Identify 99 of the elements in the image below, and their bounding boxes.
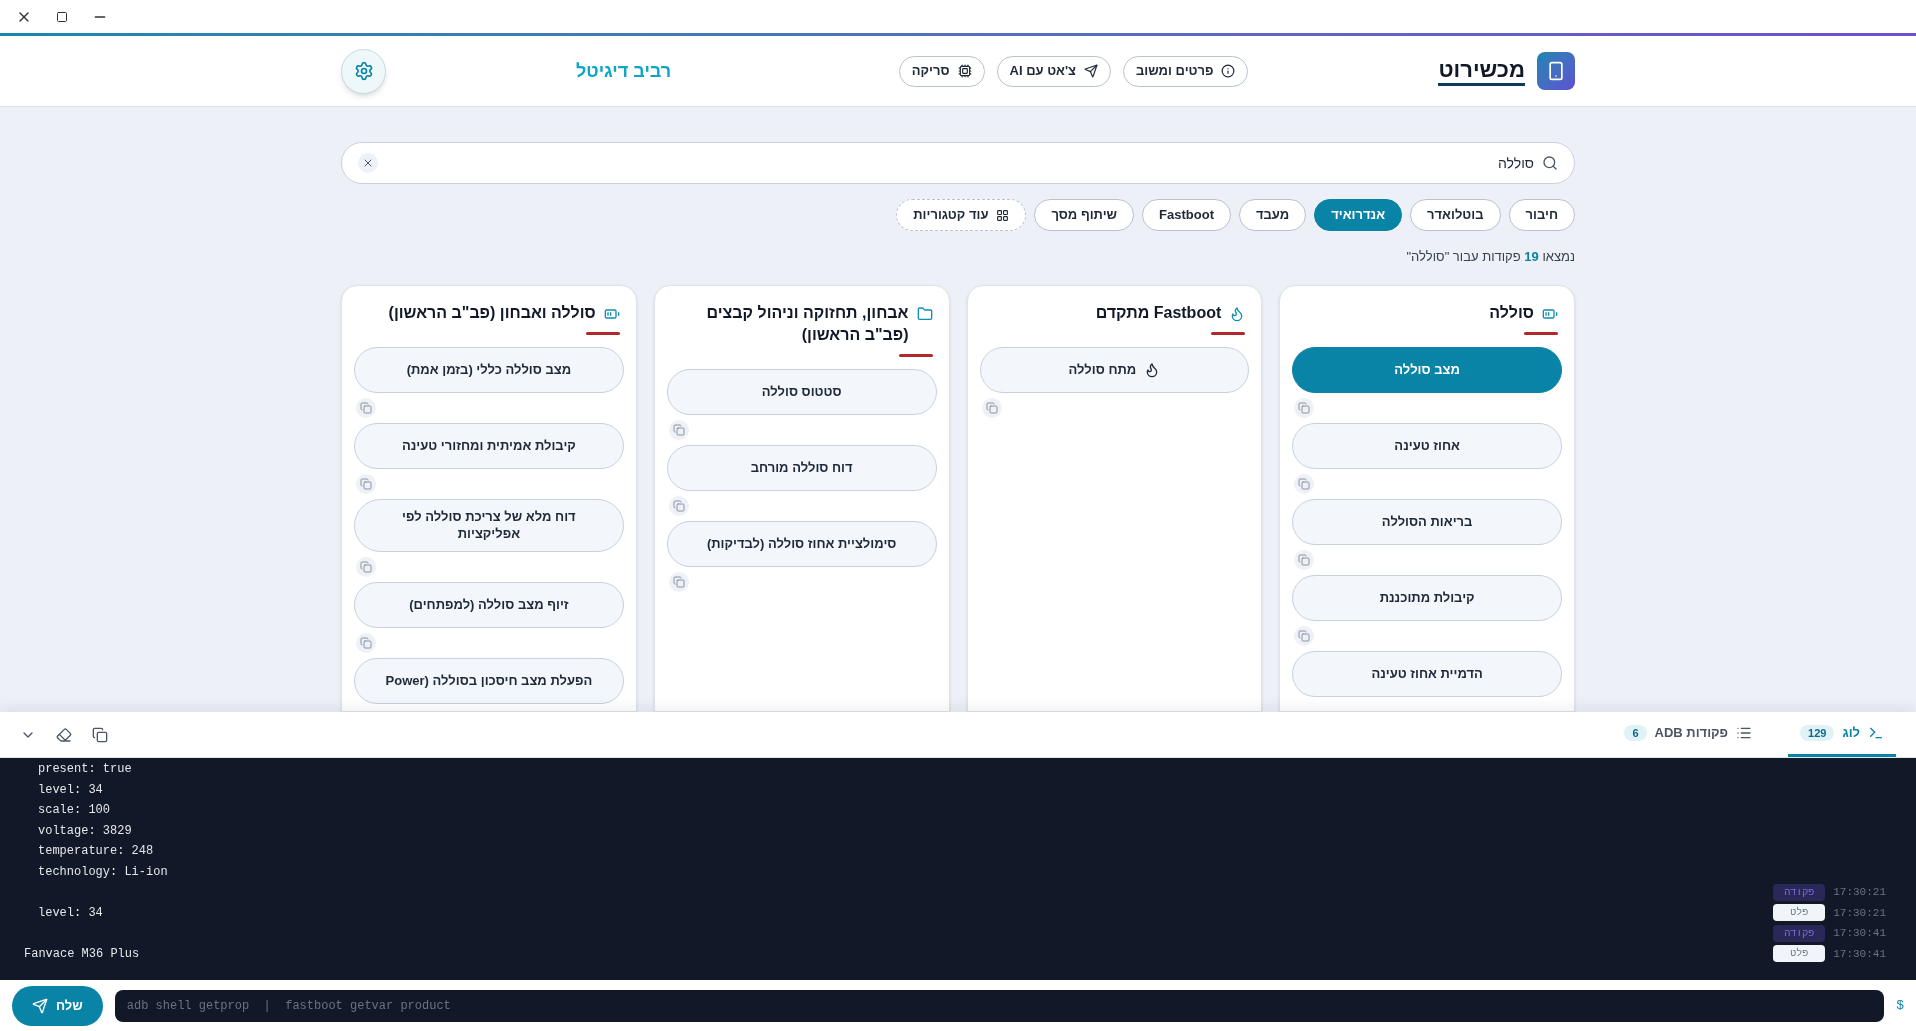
more-categories-button[interactable]: עוד קטגוריות — [896, 199, 1027, 231]
log-type-badge: פקודה — [1773, 924, 1826, 942]
count-badge: 6 — [1624, 724, 1647, 742]
copy-button[interactable] — [668, 571, 689, 592]
terminal-icon — [1868, 725, 1884, 741]
maximize-icon[interactable] — [56, 10, 68, 23]
close-icon — [362, 157, 374, 169]
command-button[interactable]: מצב סוללה כללי (בזמן אמת) — [354, 346, 624, 393]
log-type-badge: פקודה — [1773, 883, 1826, 901]
category-chip[interactable]: מעבד — [1238, 199, 1307, 231]
log-line: temperature: 248 — [38, 843, 154, 861]
command-button[interactable]: סטטוס סוללה — [666, 368, 937, 415]
send-icon — [32, 997, 48, 1014]
copy-button[interactable] — [1294, 397, 1315, 418]
command-button[interactable]: דוח סוללה מורחב — [666, 444, 937, 491]
count-badge: 129 — [1800, 724, 1835, 742]
log-line: technology: Li-ion — [38, 863, 168, 881]
copy-icon — [360, 561, 372, 574]
command-button[interactable]: קיבולת אמיתית ומחזורי טעינה — [354, 422, 624, 469]
log-line: voltage: 3829 — [38, 822, 132, 840]
command-input-text[interactable]: adb shell getprop | fastboot getvar product — [126, 996, 1873, 1015]
brand-name: רביב דיגיטל — [576, 59, 672, 83]
command-button[interactable]: קיבולת מתוכננת — [1292, 574, 1562, 621]
copy-icon — [360, 637, 372, 650]
search-icon — [1542, 155, 1558, 171]
command-button[interactable]: דוח מלא של צריכת סוללה לפי אפליקציות — [354, 498, 624, 553]
log-time: 17:30:21 — [1833, 905, 1886, 921]
send-button[interactable]: שלח — [12, 985, 103, 1026]
copy-icon — [672, 423, 685, 436]
copy-icon — [1298, 553, 1311, 566]
title-underline — [585, 331, 620, 335]
prompt-sign: $ — [1896, 996, 1904, 1015]
copy-icon — [672, 575, 685, 588]
command-button[interactable]: הדמיית אחוז טעינה — [1292, 650, 1562, 697]
grid-icon — [996, 208, 1010, 222]
chip-icon — [957, 64, 972, 78]
category-chip[interactable]: שיתוף מסך — [1034, 199, 1135, 231]
log-time: 17:30:21 — [1833, 885, 1886, 900]
title-underline — [1524, 331, 1558, 335]
header-button[interactable]: סריקה — [898, 55, 985, 87]
copy-button[interactable] — [1294, 549, 1315, 570]
copy-button[interactable] — [668, 419, 689, 440]
copy-icon — [672, 499, 685, 512]
log-type-badge: פלט — [1773, 904, 1826, 922]
log-line: Fanvace M36 Plus — [24, 945, 140, 963]
phone-icon — [1546, 61, 1566, 81]
copy-button[interactable] — [356, 557, 376, 578]
copy-icon — [1298, 401, 1311, 414]
command-input[interactable]: adb shell getprop | fastboot getvar product — [114, 989, 1885, 1022]
copy-button[interactable] — [981, 397, 1002, 418]
command-button[interactable]: הפעלת מצב חיסכון בסוללה (Power — [354, 658, 624, 705]
command-button[interactable]: סימולציית אחוז סוללה (לבדיקות) — [666, 520, 937, 567]
title-underline — [898, 353, 933, 357]
category-chip[interactable]: חיבור — [1508, 199, 1575, 231]
settings-icon — [353, 61, 374, 81]
command-button[interactable]: זיוף מצב סוללה (למפתחים) — [354, 582, 624, 629]
log-line: present: true — [38, 761, 132, 779]
list-icon — [1736, 725, 1753, 741]
copy-button[interactable] — [1294, 625, 1315, 646]
category-chip[interactable]: אנדרואיד — [1314, 199, 1403, 231]
send-icon — [1084, 64, 1098, 78]
log-line: scale: 100 — [38, 802, 110, 820]
title-underline — [1211, 331, 1246, 335]
log-time: 17:30:41 — [1833, 926, 1886, 941]
settings-button[interactable] — [341, 48, 386, 94]
command-button[interactable]: מצב סוללה — [1292, 346, 1562, 393]
card-title: סוללה ואבחון (פב"ב הראשון) — [388, 302, 596, 323]
copy-button[interactable] — [356, 473, 376, 494]
copy-button[interactable] — [356, 633, 376, 654]
eraser-icon[interactable] — [56, 726, 72, 743]
search-input[interactable]: סוללה — [386, 152, 1534, 174]
category-chip[interactable]: בוטלואדר — [1410, 199, 1501, 231]
log-type-badge: פלט — [1773, 945, 1826, 963]
copy-icon — [360, 477, 372, 490]
command-button[interactable]: בריאות הסוללה — [1292, 498, 1562, 545]
copy-icon[interactable] — [92, 726, 108, 743]
copy-button[interactable] — [668, 495, 689, 516]
copy-icon — [1298, 477, 1311, 490]
clear-button[interactable] — [358, 153, 378, 173]
copy-icon — [985, 401, 998, 414]
search-field[interactable]: סוללה — [341, 142, 1575, 184]
header-button[interactable]: צ'אט עם AI — [996, 55, 1111, 87]
info-icon — [1221, 64, 1236, 78]
copy-icon — [360, 401, 372, 414]
command-button[interactable]: מתח סוללה — [979, 346, 1250, 393]
copy-button[interactable] — [356, 397, 376, 418]
copy-button[interactable] — [1294, 473, 1315, 494]
header-button[interactable]: פרטים ומשוב — [1123, 55, 1249, 87]
command-button[interactable]: אחוז טעינה — [1292, 422, 1562, 469]
card-title: אבחון, תחזוקה וניהול קבצים (פב"ב הראשון) — [705, 302, 909, 345]
folder-icon — [916, 305, 933, 322]
card-title: סוללה — [1489, 302, 1534, 323]
log-line: level: 34 — [38, 781, 103, 799]
category-chip[interactable]: Fastboot — [1142, 199, 1231, 231]
log-time: 17:30:41 — [1833, 946, 1886, 962]
card-title: Fastboot מתקדם — [1095, 302, 1222, 323]
copy-icon — [1298, 629, 1311, 642]
app-name: מכשירוט — [1438, 55, 1525, 87]
log-line: level: 34 — [38, 904, 103, 922]
